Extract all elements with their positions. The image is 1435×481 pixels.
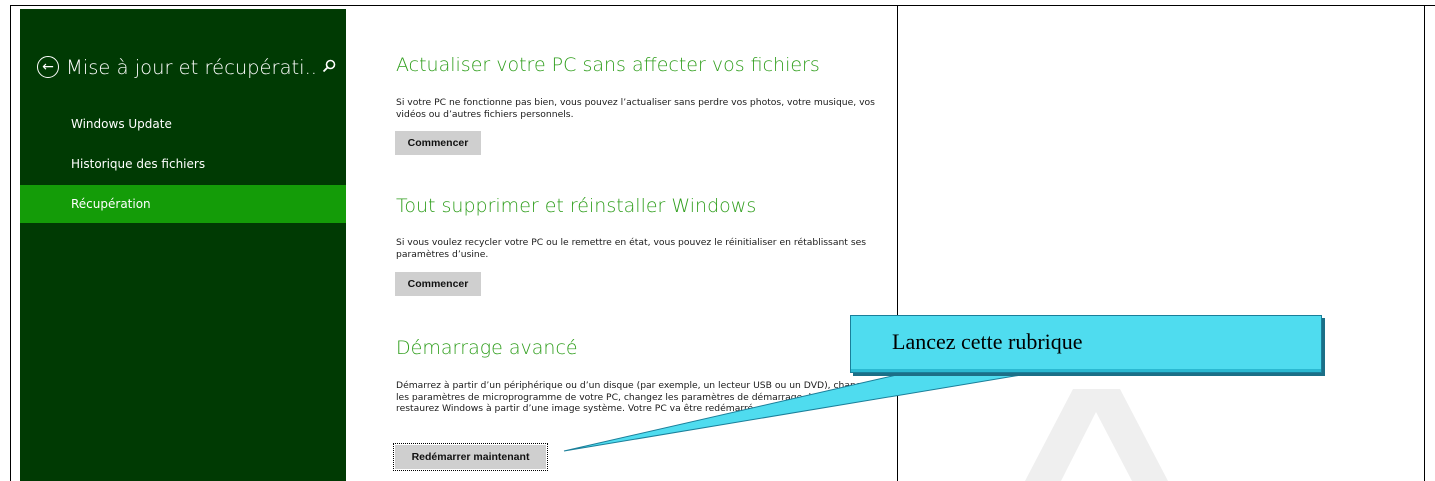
sidebar-item-label: Windows Update [71,117,172,131]
section-title-advanced-startup: Démarrage avancé [396,337,578,359]
recovery-content: Actualiser votre PC sans affecter vos fi… [346,9,897,481]
section-text-refresh: Si votre PC ne fonctionne pas bien, vous… [396,97,875,120]
sidebar-title: Mise à jour et récupérati.. [66,55,317,79]
sidebar-item-historique-fichiers[interactable]: Historique des fichiers [20,145,346,183]
back-arrow-icon[interactable]: ← [37,56,59,78]
sidebar-item-windows-update[interactable]: Windows Update [20,105,346,143]
reset-start-button[interactable]: Commencer [395,272,481,296]
section-text-reset: Si vous voulez recycler votre PC ou le r… [396,237,867,260]
section-title-refresh: Actualiser votre PC sans affecter vos fi… [396,54,820,76]
sidebar-item-recuperation[interactable]: Récupération [20,185,346,223]
section-text-advanced-startup: Démarrez à partir d’un périphérique ou d… [396,380,875,414]
table-left-border [10,5,11,481]
table-right-border [1424,5,1425,481]
sidebar-item-label: Récupération [71,197,151,211]
restart-now-button[interactable]: Redémarrer maintenant [393,443,548,471]
callout-text: Lancez cette rubrique [892,329,1083,354]
section-title-reset: Tout supprimer et réinstaller Windows [396,195,757,217]
search-icon[interactable] [321,58,337,74]
callout-box: Lancez cette rubrique [850,315,1322,373]
table-column-divider [897,5,898,481]
table-top-border [10,5,1435,6]
sidebar-header: ← Mise à jour et récupérati.. [37,52,337,82]
sidebar-item-label: Historique des fichiers [71,157,206,171]
settings-sidebar: ← Mise à jour et récupérati.. Windows Up… [20,9,346,481]
refresh-start-button[interactable]: Commencer [395,131,481,155]
